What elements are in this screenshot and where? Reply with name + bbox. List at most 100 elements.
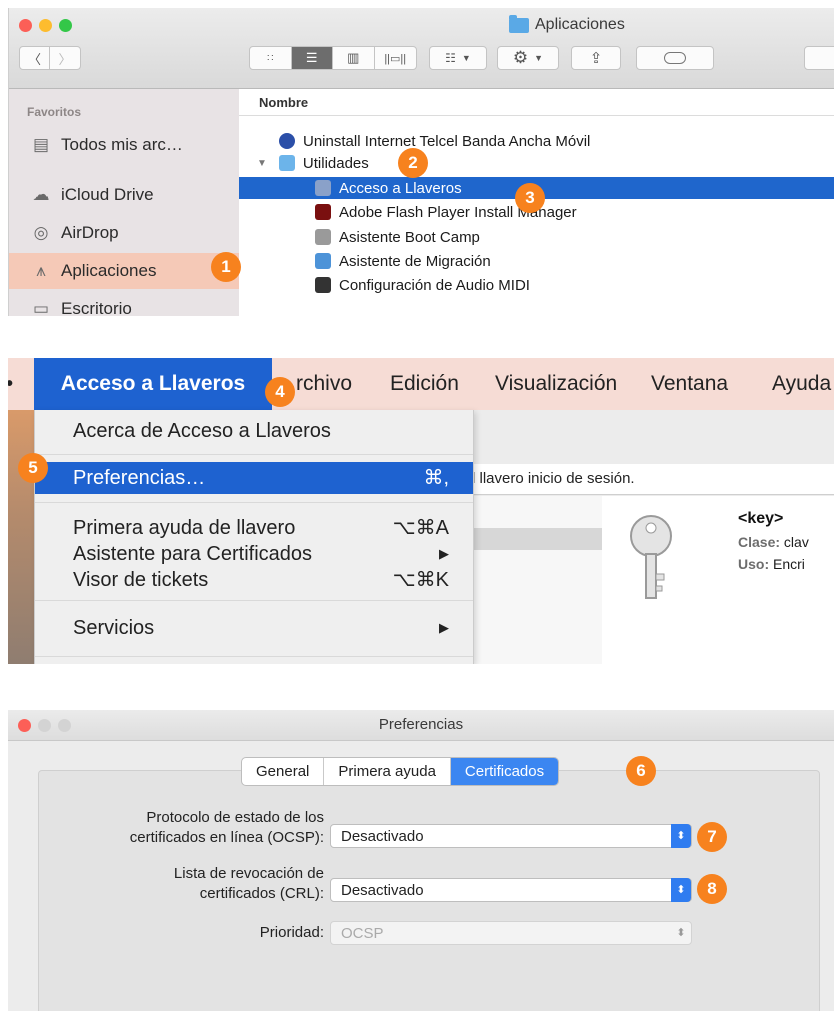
menu-edicion[interactable]: Edición <box>390 358 459 410</box>
menu-item-label: Preferencias… <box>73 467 206 489</box>
disclosure-triangle-icon[interactable]: ▼ <box>257 158 267 169</box>
menu-acceso-a-llaveros[interactable]: Acceso a Llaveros <box>34 358 272 410</box>
cloud-icon: ☁ <box>32 185 50 204</box>
migration-icon <box>315 253 331 269</box>
column-header-nombre[interactable]: Nombre <box>239 89 834 116</box>
folder-icon <box>278 155 295 171</box>
sidebar-item-label: Todos mis arc… <box>61 135 183 154</box>
step-badge-4: 4 <box>265 377 295 407</box>
applications-icon: ⩚ <box>36 261 46 280</box>
file-row-label: Utilidades <box>302 154 369 172</box>
tab-primera-ayuda[interactable]: Primera ayuda <box>324 758 451 785</box>
forward-button[interactable]: 〉 <box>50 47 80 69</box>
ocsp-label-line1: Protocolo de estado de los <box>146 809 324 826</box>
sidebar-item-escritorio[interactable]: ▭ Escritorio <box>9 291 239 316</box>
sidebar-item-label: Escritorio <box>61 299 132 316</box>
menu-item-label: Acerca de Acceso a Llaveros <box>73 420 331 442</box>
ocsp-label-line2: certificados en línea (OCSP): <box>129 829 324 846</box>
desktop-background-strip <box>8 410 34 664</box>
step-badge-6: 6 <box>626 756 656 786</box>
submenu-arrow-icon: ▶ <box>439 620 449 635</box>
icon-view-button[interactable]: ∷ <box>250 47 292 69</box>
file-row[interactable]: Asistente Boot Camp <box>239 226 834 248</box>
preferences-tabs: General Primera ayuda Certificados <box>241 757 560 786</box>
menu-archivo[interactable]: rchivo <box>296 358 352 410</box>
sidebar-item-label: iCloud Drive <box>61 185 154 204</box>
menu-item-label: Servicios <box>73 617 155 639</box>
updown-arrows-icon: ⬍ <box>676 927 686 939</box>
clase-label: Clase: <box>738 534 781 550</box>
file-row[interactable]: Configuración de Audio MIDI <box>239 274 834 296</box>
sidebar-item-label: Aplicaciones <box>61 261 157 280</box>
list-view-button[interactable]: ☰ <box>291 47 333 69</box>
file-row[interactable]: Asistente de Migración <box>239 250 834 272</box>
updown-arrows-icon: ⬍ <box>671 878 691 902</box>
search-field[interactable] <box>804 46 834 70</box>
apple-menu-icon[interactable]: • <box>8 358 13 410</box>
bootcamp-icon <box>315 229 331 245</box>
midi-icon <box>315 277 331 293</box>
menu-visualizacion[interactable]: Visualización <box>495 358 617 410</box>
menu-item-visor-tickets[interactable]: Visor de tickets ⌥⌘K <box>35 564 473 596</box>
preferences-titlebar: Preferencias <box>8 710 834 741</box>
menu-ventana[interactable]: Ventana <box>651 358 728 410</box>
step-badge-8: 8 <box>697 874 727 904</box>
category-list <box>472 496 603 664</box>
keychain-menu-screenshot: • Acceso a Llaveros rchivo Edición Visua… <box>8 358 834 664</box>
keychain-window-behind: l llavero inicio de sesión. <key> Clase:… <box>472 410 834 664</box>
sidebar-item-todos-mis-archivos[interactable]: ▤ Todos mis arc… <box>9 127 239 163</box>
menu-item-servicios[interactable]: Servicios ▶ <box>35 612 473 644</box>
back-button[interactable]: 〈 <box>20 47 51 69</box>
minimize-window-button[interactable] <box>39 19 52 32</box>
keychain-dropdown-menu: Acerca de Acceso a Llaveros Preferencias… <box>34 410 474 664</box>
sidebar-heading-favoritos: Favoritos <box>27 105 82 119</box>
tags-button[interactable] <box>636 46 714 70</box>
folder-row-utilidades[interactable]: ▼ Utilidades <box>239 152 834 174</box>
uso-value: Encri <box>773 556 805 572</box>
file-row[interactable]: Uninstall Internet Telcel Banda Ancha Mó… <box>239 130 834 152</box>
file-row-label: Configuración de Audio MIDI <box>339 276 530 294</box>
menu-item-acerca-de[interactable]: Acerca de Acceso a Llaveros <box>35 415 473 447</box>
zoom-window-button[interactable] <box>59 19 72 32</box>
finder-toolbar: Aplicaciones 〈 〉 ∷ ☰ ▥ ||▭|| ☷ ▼ ⚙ ▼ ⇪ <box>9 8 834 89</box>
share-button[interactable]: ⇪ <box>571 46 621 70</box>
sidebar-item-icloud-drive[interactable]: ☁ iCloud Drive <box>9 177 239 213</box>
view-mode-segmented: ∷ ☰ ▥ ||▭|| <box>249 46 417 70</box>
ocsp-select-value: Desactivado <box>341 828 424 845</box>
arrange-button[interactable]: ☷ ▼ <box>429 46 487 70</box>
prioridad-label: Prioridad: <box>48 923 324 943</box>
desktop-icon: ▭ <box>32 299 50 316</box>
uso-line: Uso: Encri <box>738 556 805 572</box>
clase-value: clav <box>783 534 809 550</box>
finder-title: Aplicaciones <box>509 14 625 34</box>
tab-certificados[interactable]: Certificados <box>450 758 559 785</box>
menu-ayuda[interactable]: Ayuda <box>772 358 831 410</box>
preferences-window: Preferencias General Primera ayuda Certi… <box>8 710 834 1011</box>
close-window-button[interactable] <box>19 19 32 32</box>
step-badge-3: 3 <box>515 183 545 213</box>
sidebar-item-airdrop[interactable]: ◎ AirDrop <box>9 215 239 251</box>
category-row[interactable] <box>472 528 602 550</box>
chevron-right-icon: 〉 <box>58 51 72 67</box>
step-badge-1: 1 <box>211 252 241 282</box>
tab-general[interactable]: General <box>242 758 325 785</box>
menu-item-preferencias[interactable]: Preferencias… ⌘, <box>35 462 473 494</box>
action-button[interactable]: ⚙ ▼ <box>497 46 559 70</box>
coverflow-icon: ||▭|| <box>384 52 407 65</box>
window-title-text: Preferencias <box>378 716 464 733</box>
sidebar-item-aplicaciones[interactable]: ⩚ Aplicaciones <box>9 253 239 289</box>
gear-icon: ⚙ <box>512 48 529 67</box>
flash-icon <box>315 204 331 220</box>
coverflow-view-button[interactable]: ||▭|| <box>375 47 416 69</box>
menu-separator <box>35 502 473 503</box>
column-view-button[interactable]: ▥ <box>333 47 375 69</box>
item-detail: <key> Clase: clav Uso: Encri <box>602 496 834 664</box>
finder-sidebar: Favoritos ▤ Todos mis arc… ☁ iCloud Driv… <box>9 89 239 316</box>
menu-item-shortcut: ⌥⌘K <box>392 569 449 591</box>
ocsp-select[interactable]: Desactivado ⬍ <box>330 824 692 848</box>
menu-item-label: Visor de tickets <box>73 569 209 591</box>
crl-select[interactable]: Desactivado ⬍ <box>330 878 692 902</box>
menu-separator <box>35 600 473 601</box>
arrange-icon: ☷ <box>445 51 456 65</box>
columns-icon: ▥ <box>347 50 360 65</box>
